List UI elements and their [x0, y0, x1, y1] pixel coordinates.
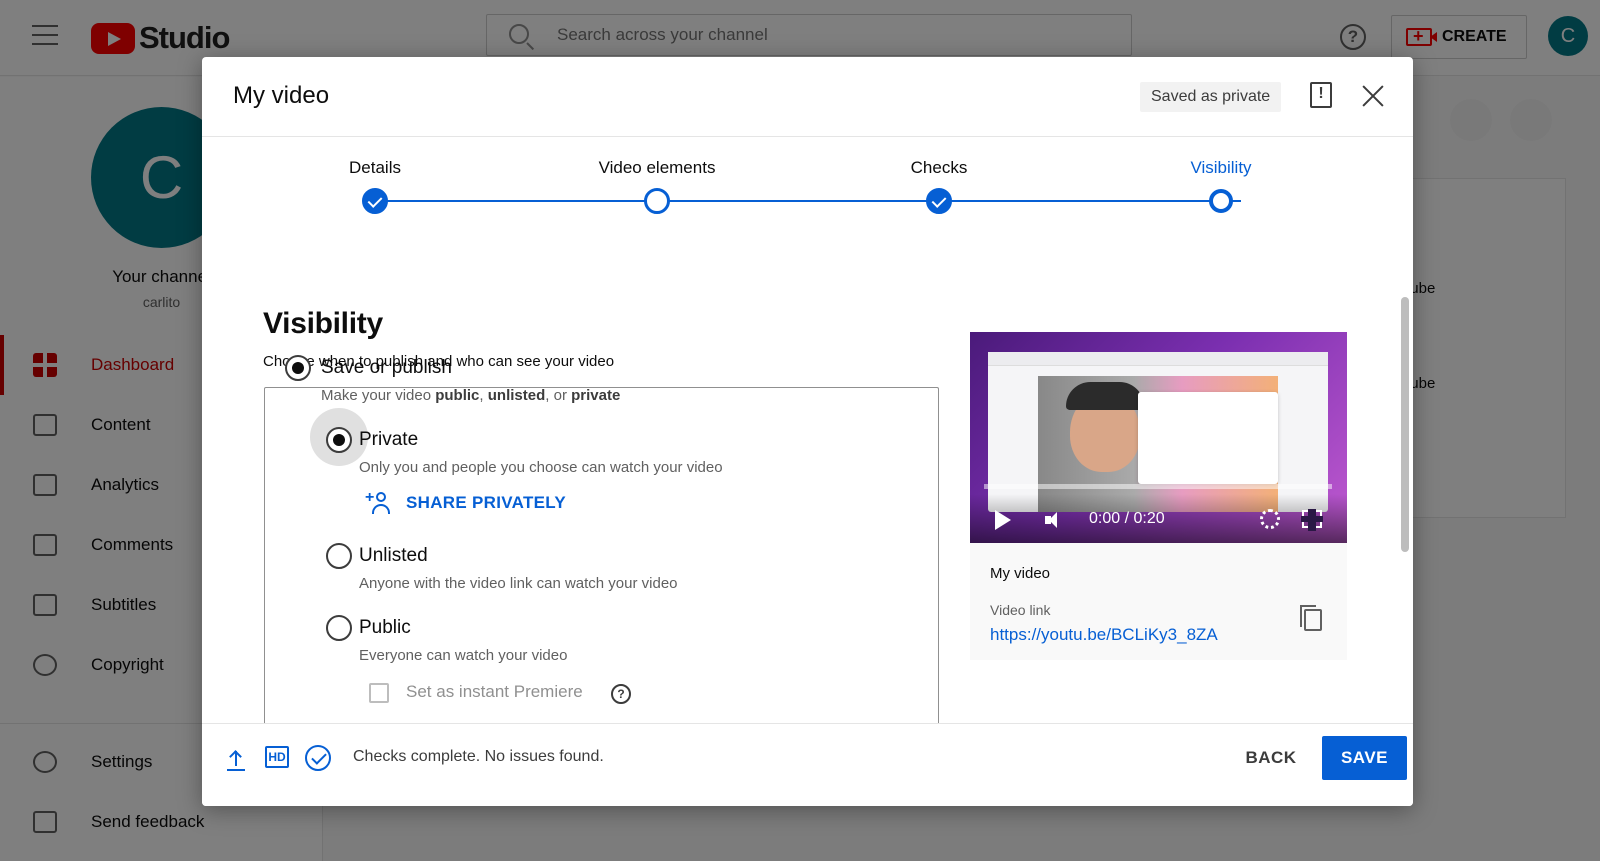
- stepper-line: [375, 200, 1241, 202]
- upload-dialog: My video Saved as private ! Details Vide…: [202, 57, 1413, 806]
- step-video-elements-label[interactable]: Video elements: [599, 158, 716, 178]
- dialog-header: My video Saved as private !: [202, 57, 1413, 137]
- public-desc: Everyone can watch your video: [359, 647, 568, 664]
- report-issue-icon[interactable]: !: [1310, 82, 1332, 108]
- desc-unlisted: unlisted: [487, 387, 546, 404]
- step-details-check-icon[interactable]: [362, 188, 388, 214]
- desc-private: private: [571, 387, 621, 404]
- step-details-label[interactable]: Details: [349, 158, 401, 178]
- video-controls: 0:00 / 0:20: [970, 494, 1347, 543]
- dialog-title: My video: [233, 82, 330, 109]
- private-desc: Only you and people you choose can watch…: [359, 459, 723, 476]
- video-name: My video: [990, 565, 1051, 582]
- video-link-label: Video link: [990, 602, 1051, 618]
- help-icon[interactable]: ?: [611, 684, 631, 704]
- video-player[interactable]: 0:00 / 0:20: [970, 332, 1347, 543]
- visibility-heading: Visibility: [263, 307, 383, 340]
- desc-text: Make your video: [321, 387, 436, 404]
- save-or-publish-title: Save or publish: [321, 357, 452, 378]
- close-icon[interactable]: [1360, 83, 1386, 109]
- instant-premiere-checkbox[interactable]: [369, 683, 389, 703]
- public-radio[interactable]: [326, 615, 352, 641]
- video-progress-bar[interactable]: [984, 484, 1332, 489]
- desc-text: ,: [479, 387, 488, 404]
- video-preview-card: 0:00 / 0:20 My video Video link https://…: [970, 332, 1347, 660]
- step-checks-label[interactable]: Checks: [911, 158, 968, 178]
- step-video-elements-dot[interactable]: [644, 188, 670, 214]
- add-person-icon: +: [365, 489, 392, 515]
- checks-status-text: Checks complete. No issues found.: [353, 748, 604, 765]
- hd-icon[interactable]: HD: [265, 746, 289, 768]
- share-privately-button[interactable]: + SHARE PRIVATELY: [365, 489, 567, 515]
- dialog-footer: HD Checks complete. No issues found. BAC…: [202, 723, 1413, 806]
- share-privately-label: SHARE PRIVATELY: [406, 493, 567, 512]
- back-button[interactable]: BACK: [1234, 736, 1308, 780]
- checks-complete-icon[interactable]: [305, 745, 331, 771]
- step-visibility-dot[interactable]: [1209, 189, 1233, 213]
- desc-public: public: [435, 387, 480, 404]
- step-checks-check-icon[interactable]: [926, 188, 952, 214]
- unlisted-title[interactable]: Unlisted: [359, 545, 428, 567]
- gear-icon[interactable]: [1260, 509, 1280, 529]
- fullscreen-icon[interactable]: [1301, 509, 1323, 531]
- save-or-publish-desc: Make your video public, unlisted, or pri…: [321, 387, 620, 404]
- saved-status-badge: Saved as private: [1140, 82, 1282, 112]
- play-icon[interactable]: [995, 510, 1011, 530]
- volume-icon[interactable]: [1045, 512, 1067, 528]
- instant-premiere-label: Set as instant Premiere: [406, 682, 583, 701]
- copy-icon[interactable]: [1300, 605, 1322, 631]
- private-radio[interactable]: [326, 427, 352, 453]
- step-visibility-label[interactable]: Visibility: [1190, 158, 1251, 178]
- upload-status-icon[interactable]: [227, 748, 245, 771]
- save-button[interactable]: SAVE: [1322, 736, 1407, 780]
- video-time: 0:00 / 0:20: [1089, 510, 1165, 527]
- unlisted-radio[interactable]: [326, 543, 352, 569]
- unlisted-desc: Anyone with the video link can watch you…: [359, 575, 678, 592]
- save-or-publish-radio[interactable]: [285, 355, 311, 381]
- dialog-scrollbar[interactable]: [1401, 297, 1409, 552]
- public-title[interactable]: Public: [359, 617, 411, 639]
- private-title[interactable]: Private: [359, 429, 418, 451]
- video-link-url[interactable]: https://youtu.be/BCLiKy3_8ZA: [990, 625, 1218, 645]
- desc-text: , or: [545, 387, 572, 404]
